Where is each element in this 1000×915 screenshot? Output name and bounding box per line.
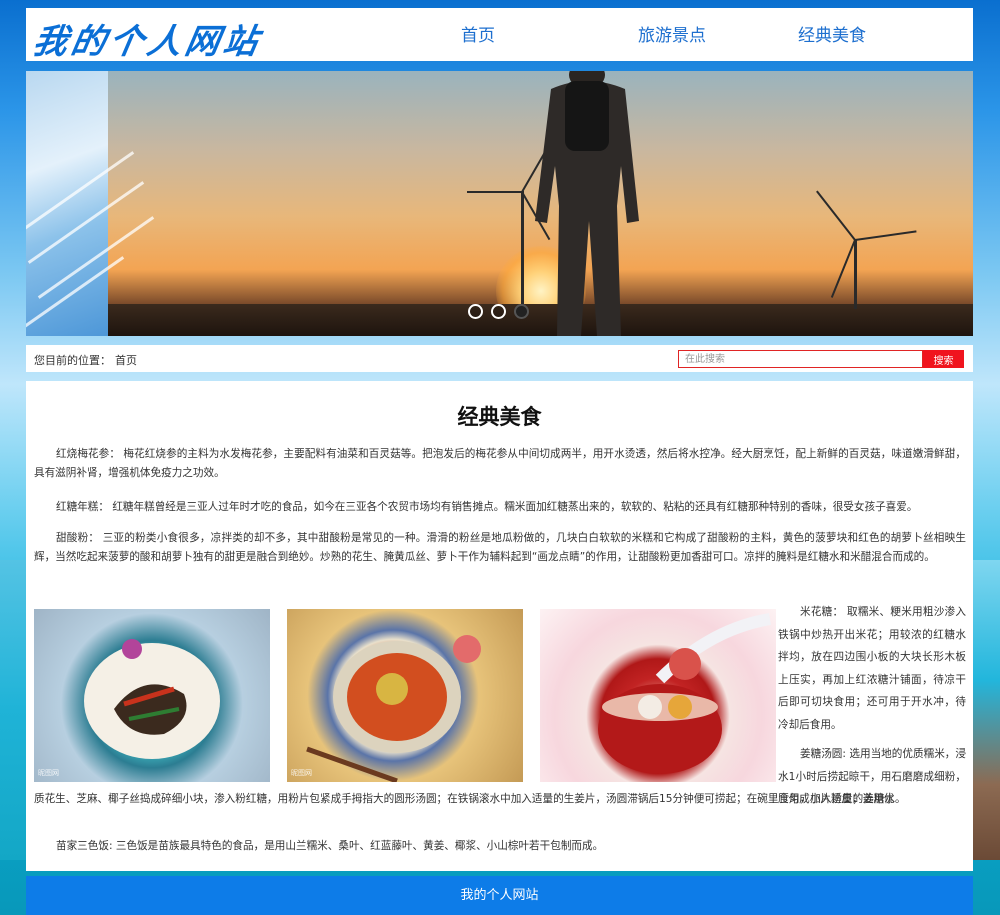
hiker-silhouette (535, 71, 639, 336)
location-label: 您目前的位置： (34, 354, 111, 367)
background-sea-right (973, 560, 1000, 860)
main-content: 经典美食 红烧梅花参： 梅花红烧参的主料为水发梅花参，主要配料有油菜和百灵菇等。… (26, 381, 973, 871)
page-title: 经典美食 (457, 405, 542, 429)
nav-item-food[interactable]: 经典美食 (772, 8, 892, 61)
carousel-dot-1[interactable] (468, 304, 483, 319)
banner-side-image (26, 71, 155, 336)
carousel-indicators (468, 304, 529, 319)
nav-item-attractions[interactable]: 旅游景点 (572, 8, 772, 61)
food-image-2: 昵图网 (287, 609, 523, 782)
food-paragraph: 红烧梅花参： 梅花红烧参的主料为水发梅花参，主要配料有油菜和百灵菇等。把泡发后的… (34, 448, 966, 479)
food-image-1: 昵图网 (34, 609, 270, 782)
site-footer: 我的个人网站 (26, 876, 973, 915)
food-paragraph-continued: 质花生、芝麻、椰子丝捣成碎细小块，渗入粉红糖，用粉片包紧成手拇指大的圆形汤圆；在… (34, 793, 906, 805)
search-input[interactable] (678, 350, 923, 368)
site-logo[interactable]: 我的个人网站 (30, 14, 267, 63)
carousel-dot-3[interactable] (514, 304, 529, 319)
breadcrumb-home[interactable]: 首页 (115, 352, 137, 368)
background-sea-left (0, 560, 26, 860)
nav-item-home[interactable]: 首页 (418, 8, 538, 61)
food-paragraph: 红糖年糕： 红糖年糕曾经是三亚人过年时才吃的食品，如今在三亚各个农贸市场均有销售… (56, 501, 918, 513)
food-image-3 (540, 609, 776, 782)
watermark-text: 昵图网 (38, 769, 59, 777)
food-side-paragraph: 米花糖： 取糯米、粳米用粗沙渗入铁锅中炒热开出米花；用较浓的红糖水拌均，放在四边… (778, 606, 966, 731)
search-button[interactable]: 搜索 (923, 350, 964, 368)
banner-carousel (26, 71, 973, 336)
location-bar: 您目前的位置： 首页 搜索 (26, 345, 973, 372)
site-header: 我的个人网站 首页 旅游景点 经典美食 (26, 8, 973, 63)
watermark-text: 昵图网 (291, 769, 312, 777)
carousel-dot-2[interactable] (491, 304, 506, 319)
food-paragraph: 苗家三色饭: 三色饭是苗族最具特色的食品，是用山兰糯米、桑叶、红蓝藤叶、黄姜、椰… (56, 840, 604, 852)
food-paragraph: 甜酸粉： 三亚的粉类小食很多，凉拌类的却不多，其中甜酸粉是常见的一种。滑滑的粉丝… (34, 532, 966, 563)
main-nav: 首页 旅游景点 经典美食 (418, 8, 892, 61)
